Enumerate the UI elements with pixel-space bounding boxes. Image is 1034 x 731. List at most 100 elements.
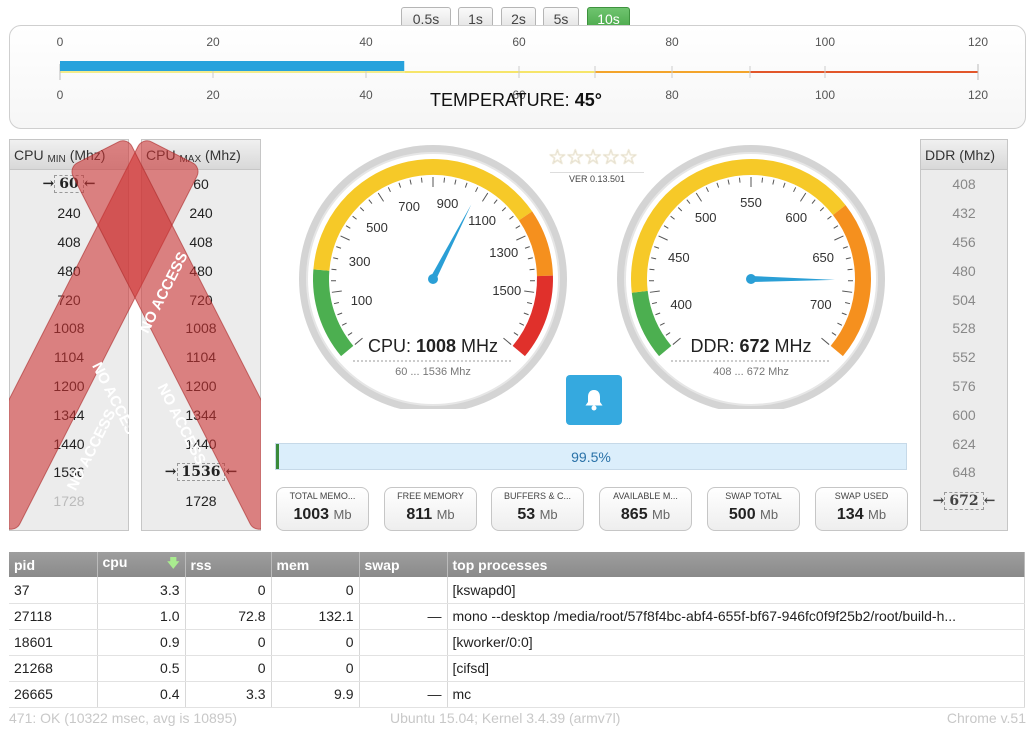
memory-card: BUFFERS & C... 53 Mb bbox=[491, 487, 584, 531]
cpu-min-item[interactable]: 1536 bbox=[10, 458, 128, 487]
ddr-item[interactable]: 576 bbox=[921, 372, 1007, 401]
cpu-min-item[interactable]: 1104 bbox=[10, 343, 128, 372]
table-row[interactable]: 21268 0.5 0 0 [cifsd] bbox=[9, 655, 1025, 682]
table-cell-top-processes: [kworker/0:0] bbox=[447, 629, 1025, 656]
cpu-max-item[interactable]: 1440 bbox=[142, 429, 260, 458]
table-cell-mem: 132.1 bbox=[271, 603, 360, 630]
ddr-item[interactable]: 504 bbox=[921, 285, 1007, 314]
ddr-item[interactable]: 408 bbox=[921, 170, 1007, 199]
temperature-readout: TEMPERATURE: 45° bbox=[430, 90, 602, 111]
table-cell-pid: 37 bbox=[9, 577, 98, 604]
gauge-tick-label: 500 bbox=[366, 220, 388, 236]
cpu-gauge-label: CPU: bbox=[367, 336, 411, 356]
memory-card: TOTAL MEMO... 1003 Mb bbox=[276, 487, 369, 531]
table-cell-top-processes: [kswapd0] bbox=[447, 577, 1025, 604]
cpu-min-item[interactable]: → 60 ← bbox=[10, 170, 128, 199]
ddr-item[interactable]: 480 bbox=[921, 256, 1007, 285]
table-row[interactable]: 27118 1.0 72.8 132.1— mono --desktop /media/… bbox=[9, 603, 1025, 630]
gauge-needle-hub bbox=[428, 274, 438, 284]
cpu-min-item[interactable]: 1344 bbox=[10, 400, 128, 429]
cpu-min-item[interactable]: 240 bbox=[10, 199, 128, 228]
ddr-item[interactable]: 600 bbox=[921, 400, 1007, 429]
memory-card-label: TOTAL MEMO... bbox=[289, 491, 356, 501]
memory-card-label: SWAP USED bbox=[834, 491, 889, 501]
cpu-min-item[interactable]: 720 bbox=[10, 285, 128, 314]
gauge-tick-label: 450 bbox=[667, 249, 690, 265]
ddr-item[interactable]: 528 bbox=[921, 314, 1007, 343]
cpu-max-unit: (Mhz) bbox=[205, 147, 241, 163]
cpu-max-item[interactable]: 240 bbox=[142, 199, 260, 228]
column-top-processes[interactable]: top processes bbox=[447, 552, 1025, 577]
cpu-min-item[interactable]: 1440 bbox=[10, 429, 128, 458]
table-cell-pid: 18601 bbox=[9, 629, 98, 656]
cpu-max-item[interactable]: → 1536 ← bbox=[142, 458, 260, 487]
memory-card: AVAILABLE M... 865 Mb bbox=[599, 487, 692, 531]
table-row[interactable]: 26665 0.4 3.3 9.9— mc bbox=[9, 681, 1025, 708]
selected-frequency: 1536 bbox=[176, 463, 226, 482]
process-table: pid cpu 🡇 rss mem swap top processes 37 3.… bbox=[9, 552, 1025, 708]
gauge-tick-label: 1100 bbox=[468, 213, 497, 229]
cpu-max-item[interactable]: 480 bbox=[142, 256, 260, 285]
cpu-min-item[interactable]: 1200 bbox=[10, 372, 128, 401]
bell-icon bbox=[585, 390, 603, 411]
cpu-min-title: CPU bbox=[14, 147, 44, 163]
temperature-tick-bottom: 80 bbox=[665, 88, 679, 102]
ddr-gauge: 400 450 500 550 600 650 700 DDR: 672 MHz 408 .… bbox=[616, 139, 886, 409]
ddr-gauge-value: 672 bbox=[739, 336, 770, 356]
column-mem[interactable]: mem bbox=[271, 552, 360, 577]
cpu-max-item[interactable]: 408 bbox=[142, 228, 260, 257]
alert-bell-button[interactable] bbox=[566, 375, 622, 425]
cpu-min-item[interactable]: 1728 bbox=[10, 487, 128, 516]
table-cell-cpu: 0.9 bbox=[97, 629, 186, 656]
memory-card-label: BUFFERS & C... bbox=[503, 491, 571, 501]
table-cell-cpu: 3.3 bbox=[97, 577, 186, 604]
table-cell-rss: 0 bbox=[185, 629, 272, 656]
memory-card-value: 134 Mb bbox=[836, 506, 887, 523]
memory-card-value: 865 Mb bbox=[620, 506, 671, 523]
cpu-max-item[interactable]: 1728 bbox=[142, 487, 260, 516]
ddr-item[interactable]: 456 bbox=[921, 228, 1007, 257]
table-row[interactable]: 37 3.3 0 0 [kswapd0] bbox=[9, 577, 1025, 604]
arrow-left-icon: ← bbox=[983, 493, 996, 510]
memory-card-label: SWAP TOTAL bbox=[725, 491, 782, 501]
ddr-item[interactable]: 648 bbox=[921, 458, 1007, 487]
cpu-min-column: CPU MIN (Mhz) → 60 ← 240 408 480 720 1008 1104 12… bbox=[9, 139, 129, 531]
ddr-item[interactable]: → 672 ← bbox=[921, 487, 1007, 516]
ddr-item[interactable]: 432 bbox=[921, 199, 1007, 228]
gauge-tick-label: 500 bbox=[694, 210, 717, 226]
cpu-max-item[interactable]: 1200 bbox=[142, 372, 260, 401]
cpu-max-item[interactable]: 720 bbox=[142, 285, 260, 314]
temperature-tick-bottom: 20 bbox=[206, 88, 220, 102]
ddr-list: 408 432 456 480 504 528 552 576 600 624 648 → 672 ← bbox=[921, 170, 1007, 516]
memory-card-value: 500 Mb bbox=[728, 506, 779, 523]
cpu-max-item[interactable]: 1344 bbox=[142, 400, 260, 429]
system-info: Ubuntu 15.04; Kernel 3.4.39 (armv7l) bbox=[390, 710, 621, 726]
column-pid[interactable]: pid bbox=[9, 552, 98, 577]
cpu-min-item[interactable]: 408 bbox=[10, 228, 128, 257]
cpu-min-item[interactable]: 1008 bbox=[10, 314, 128, 343]
cpu-min-sub: MIN bbox=[47, 154, 66, 165]
ddr-item[interactable]: 552 bbox=[921, 343, 1007, 372]
temperature-bar bbox=[59, 61, 979, 80]
table-row[interactable]: 18601 0.9 0 0 [kworker/0:0] bbox=[9, 629, 1025, 656]
gauge-tick-label: 650 bbox=[812, 249, 835, 265]
cpu-max-item[interactable]: 1008 bbox=[142, 314, 260, 343]
memory-card: SWAP USED 134 Mb bbox=[815, 487, 908, 531]
arrow-right-icon: → bbox=[164, 464, 177, 481]
table-cell-top-processes: mc bbox=[447, 681, 1025, 708]
cpu-gauge-range: 60 ... 1536 Mhz bbox=[395, 366, 471, 378]
gauge-tick-label: 400 bbox=[670, 297, 693, 313]
gauge-tick-label: 1300 bbox=[489, 245, 519, 261]
usage-progress-bar: 99.5% bbox=[275, 443, 907, 470]
gauge-tick-label: 300 bbox=[348, 254, 371, 270]
column-swap[interactable]: swap bbox=[359, 552, 448, 577]
table-cell-rss: 72.8 bbox=[185, 603, 272, 630]
table-cell-swap bbox=[359, 655, 448, 682]
cpu-max-item[interactable]: 60 bbox=[142, 170, 260, 199]
cpu-max-item[interactable]: 1104 bbox=[142, 343, 260, 372]
column-rss[interactable]: rss bbox=[185, 552, 272, 577]
cpu-min-item[interactable]: 480 bbox=[10, 256, 128, 285]
gauge-tick-mark bbox=[443, 177, 446, 183]
ddr-item[interactable]: 624 bbox=[921, 429, 1007, 458]
column-cpu[interactable]: cpu 🡇 bbox=[97, 552, 186, 577]
